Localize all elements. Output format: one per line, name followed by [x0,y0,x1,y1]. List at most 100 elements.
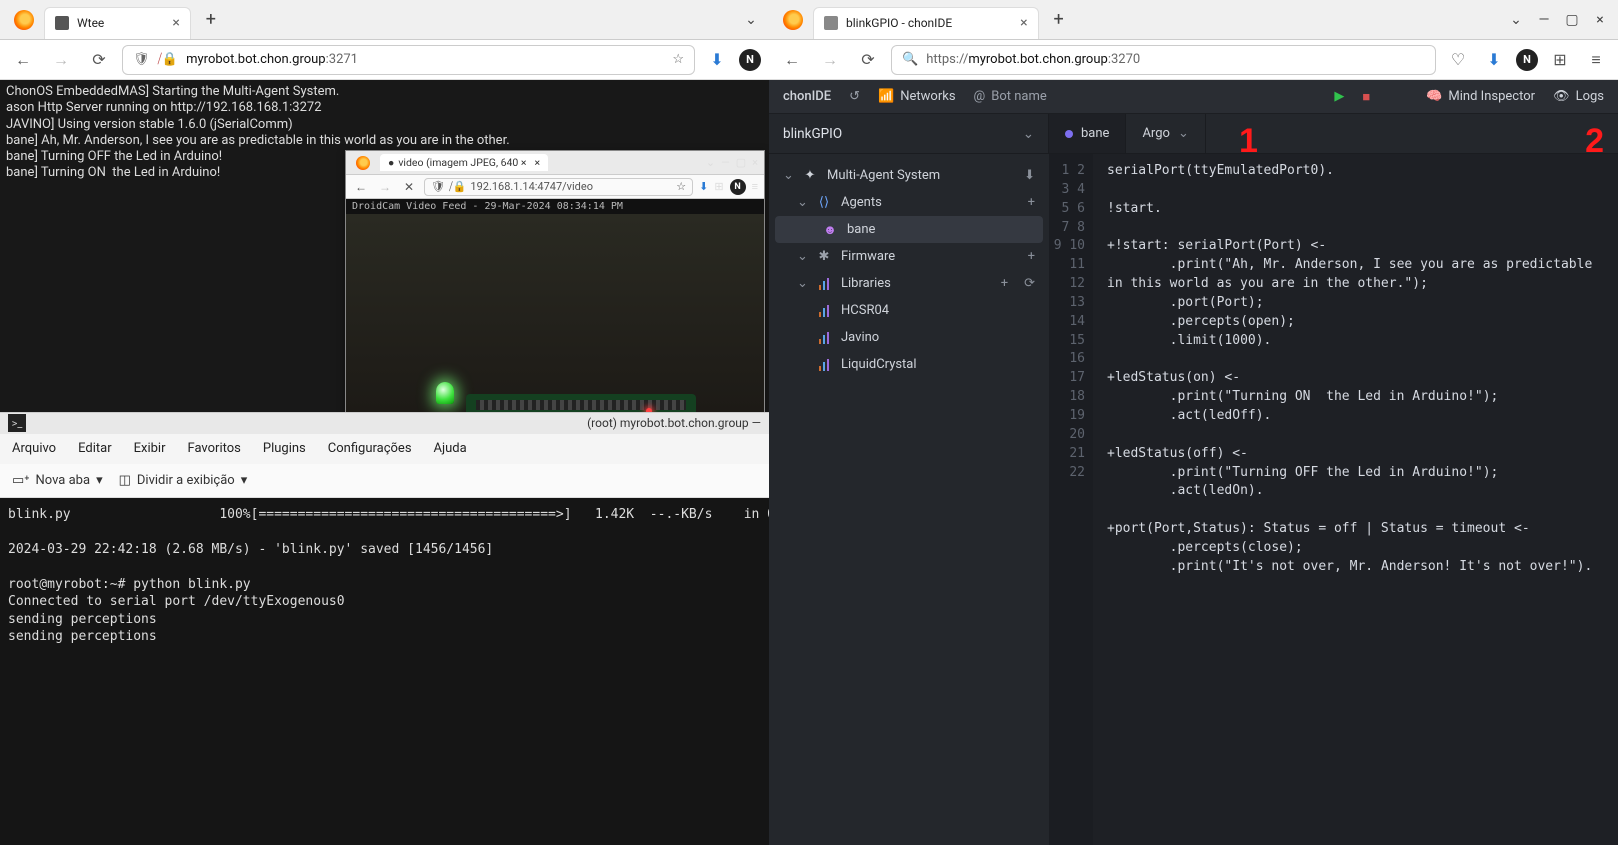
new-tab-button[interactable]: + [197,6,225,34]
account-icon[interactable]: N [1516,49,1538,71]
url-input[interactable]: 🛡 ⧸🔒 myrobot.bot.chon.group:3271 ☆ [122,45,695,75]
maximize-icon[interactable]: ▢ [1558,6,1586,34]
stop-button[interactable]: ✕ [400,178,418,196]
lib-label: LiquidCrystal [841,357,917,372]
tab-bane[interactable]: bane [1049,114,1126,153]
back-button[interactable]: ← [777,45,807,75]
undo-icon[interactable]: ↺ [849,89,860,104]
url-input[interactable]: 🔍 https://myrobot.bot.chon.group:3270 [891,45,1436,75]
menu-config[interactable]: Configurações [328,441,412,456]
video-tab[interactable]: ● video (imagem JPEG, 640 × × [380,154,548,171]
close-icon[interactable]: × [1020,15,1027,31]
logs-button[interactable]: 👁Logs [1553,89,1604,104]
floating-video-window[interactable]: ● video (imagem JPEG, 640 × × ⌄ — ▢ × ← … [345,150,765,412]
chevron-down-icon: ⌄ [1023,126,1034,142]
agent-icon: ☻ [823,223,837,237]
back-button[interactable]: ← [352,178,370,196]
tab-argo-label: Argo [1142,126,1169,141]
sidebar-item-mas[interactable]: ⌄ ✦ Multi-Agent System ⬇ [769,162,1049,189]
agent-label: bane [847,222,875,237]
botname-label: Bot name [991,89,1047,104]
chevron-down-icon: ⌄ [797,276,807,291]
close-icon[interactable]: × [172,15,179,31]
left-browser-tab[interactable]: Wtee × [44,7,191,39]
menu-ajuda[interactable]: Ajuda [434,441,467,456]
video-url-input[interactable]: 🛡 ⧸🔒 192.168.1.14:4747/video ☆ [424,178,693,196]
search-icon: 🔍 [902,52,918,67]
mind-inspector-button[interactable]: 🧠Mind Inspector [1426,89,1535,104]
terminal-icon[interactable]: >_ [8,414,26,432]
library-icon [817,358,831,372]
tab-favicon [824,16,838,30]
download-icon[interactable]: ⬇ [703,46,731,74]
firefox-icon [356,156,370,170]
split-view-button[interactable]: ◫ Dividir a exibição ▾ [119,473,248,488]
menu-plugins[interactable]: Plugins [263,441,306,456]
app-menu-icon[interactable]: ≡ [1582,46,1610,74]
sidebar-item-firmware[interactable]: ⌄ ✱ Firmware + [769,243,1049,270]
code-content[interactable]: serialPort(ttyEmulatedPort0). !start. +!… [1093,154,1618,845]
agents-label: Agents [841,195,882,210]
refresh-icon[interactable]: ⟳ [1024,276,1035,291]
download-icon[interactable]: ⬇ [699,180,708,193]
bottom-terminal[interactable]: blink.py 100%[==========================… [0,498,769,845]
networks-button[interactable]: 📶Networks [878,89,956,104]
code-editor[interactable]: 1 2 3 4 5 6 7 8 9 10 11 12 13 14 15 16 1… [1049,154,1618,845]
sidebar-item-libraries[interactable]: ⌄ Libraries + ⟳ [769,270,1049,297]
reload-button[interactable]: ⟳ [853,45,883,75]
menu-favoritos[interactable]: Favoritos [187,441,240,456]
red-led [646,408,652,412]
close-window-icon[interactable]: × [1586,6,1614,34]
sidebar-item-lib-hcsr04[interactable]: HCSR04 [769,297,1049,324]
reader-icon[interactable]: ♡ [1444,46,1472,74]
stop-button[interactable]: ■ [1362,89,1370,105]
menu-editar[interactable]: Editar [78,441,112,456]
camera-feed [346,214,764,412]
sidebar-item-lib-javino[interactable]: Javino [769,324,1049,351]
forward-button[interactable]: → [46,45,76,75]
tabs-dropdown-icon[interactable]: ⌄ [1502,6,1530,34]
new-tab-icon: ▭⁺ [12,473,30,488]
close-window-icon[interactable]: × [752,156,758,169]
right-browser-tab[interactable]: blinkGPIO - chonIDE × [813,7,1039,39]
forward-button[interactable]: → [815,45,845,75]
extensions-icon[interactable]: ⊞ [1546,46,1574,74]
sidebar-item-bane[interactable]: ☻ bane [775,216,1043,243]
star-icon[interactable]: ☆ [676,180,686,193]
maximize-icon[interactable]: ▢ [736,156,746,169]
add-icon[interactable]: + [1001,276,1008,291]
menu-exibir[interactable]: Exibir [134,441,166,456]
close-icon[interactable]: × [535,156,541,169]
project-selector[interactable]: blinkGPIO ⌄ [769,114,1049,153]
forward-button[interactable]: → [376,178,394,196]
sidebar-item-lib-liquidcrystal[interactable]: LiquidCrystal [769,351,1049,378]
ide-top-bar: chonIDE ↺ 📶Networks @Bot name ▶ ■ 🧠Mind … [769,80,1618,114]
add-icon[interactable]: + [1028,249,1035,264]
shield-icon: 🛡 [133,52,150,67]
download-icon[interactable]: ⬇ [1480,46,1508,74]
sidebar-item-agents[interactable]: ⌄ ⟨⟩ Agents + [769,189,1049,216]
project-sidebar: ⌄ ✦ Multi-Agent System ⬇ ⌄ ⟨⟩ Agents + ☻… [769,154,1049,845]
menu-arquivo[interactable]: Arquivo [12,441,56,456]
star-icon[interactable]: ☆ [672,52,684,67]
new-tab-button[interactable]: + [1045,6,1073,34]
back-button[interactable]: ← [8,45,38,75]
reload-button[interactable]: ⟳ [84,45,114,75]
account-icon[interactable]: N [739,49,761,71]
new-tab-button[interactable]: ▭⁺ Nova aba ▾ [12,473,103,488]
project-name: blinkGPIO [783,126,842,142]
app-menu-icon[interactable]: ≡ [752,180,758,193]
download-icon[interactable]: ⬇ [1024,168,1035,183]
chevron-down-icon: ▾ [96,473,103,488]
tab-argo[interactable]: Argo ⌄ [1126,114,1205,153]
run-button[interactable]: ▶ [1334,89,1344,104]
tabs-dropdown-icon[interactable]: ⌄ [737,6,765,34]
wtee-terminal-area: ChonOS EmbeddedMAS] Starting the Multi-A… [0,80,769,412]
minimize-icon[interactable]: — [1530,6,1558,34]
tabs-dropdown-icon[interactable]: ⌄ [706,156,715,169]
minimize-icon[interactable]: — [721,156,730,169]
account-icon[interactable]: N [730,179,746,195]
extensions-icon[interactable]: ⊞ [714,180,723,193]
add-icon[interactable]: + [1028,195,1035,210]
botname-button[interactable]: @Bot name [974,89,1047,104]
